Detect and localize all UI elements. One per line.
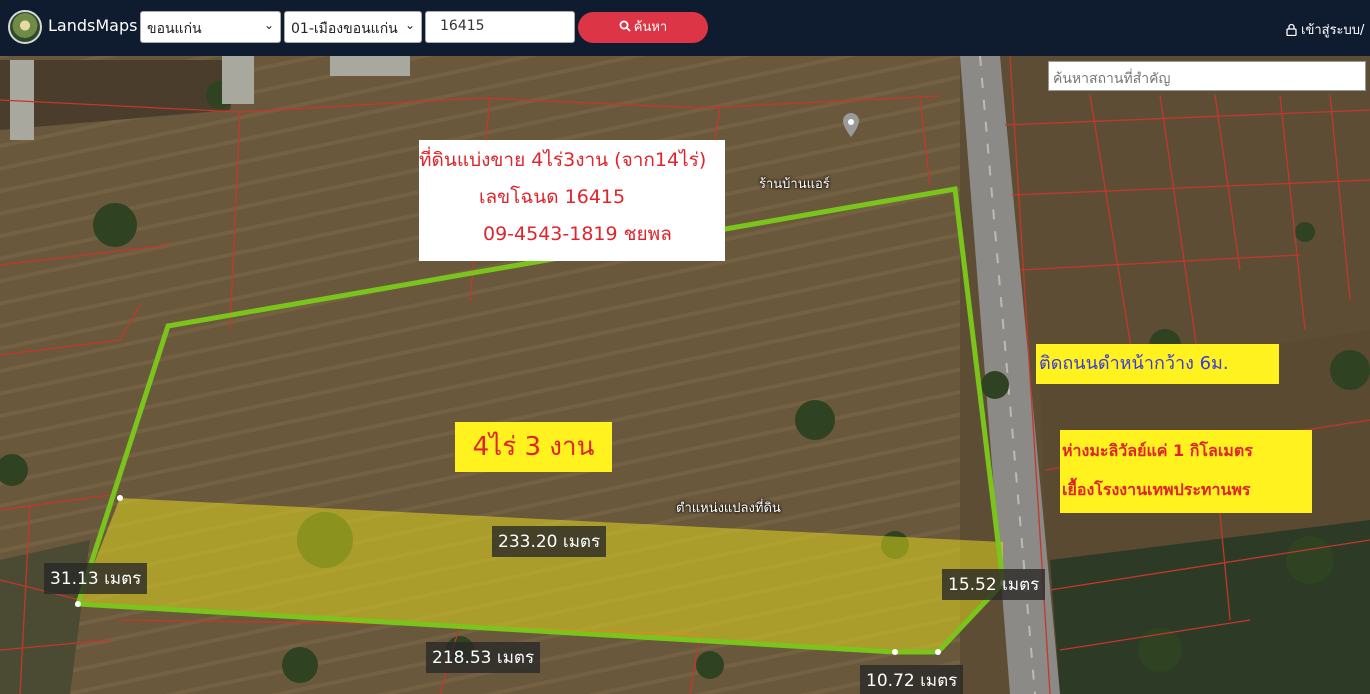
road-frontage-note: ติดถนนดำหน้ากว้าง 6ม. [1036, 344, 1279, 384]
province-select-value: ขอนแก่น [147, 21, 202, 37]
top-navbar: LandsMaps ขอนแก่น ⌄ 01-เมืองขอนแก่น ⌄ 16… [0, 0, 1370, 56]
measure-label-left: 31.13 เมตร [44, 563, 148, 594]
login-link[interactable]: เข้าสู่ระบบ/ [1286, 19, 1364, 40]
contact-phone: 09-4543-1819 ชยพล [483, 223, 672, 245]
district-select-value: 01-เมืองขอนแก่น [291, 21, 398, 37]
measure-label-top: 233.20 เมตร [492, 526, 607, 557]
chevron-down-icon: ⌄ [404, 18, 415, 32]
search-button-label: ค้นหา [633, 20, 668, 35]
search-icon [619, 20, 631, 32]
lock-icon [1286, 23, 1297, 37]
parcel-number-input[interactable]: 16415 [425, 11, 575, 43]
measure-label-right: 15.52 เมตร [942, 569, 1046, 600]
chevron-down-icon: ⌄ [263, 18, 274, 32]
nearby-line-1: ห่างมะลิวัลย์แค่ 1 กิโลเมตร [1062, 441, 1253, 460]
parcel-position-label: ตำแหน่งแปลงที่ดิน [676, 501, 781, 516]
area-label: 4ไร่ 3 งาน [455, 422, 612, 472]
nearby-landmark-note: ห่างมะลิวัลย์แค่ 1 กิโลเมตร เยื้องโรงงาน… [1060, 430, 1312, 513]
measure-label-corner: 10.72 เมตร [860, 665, 964, 694]
nearby-line-2: เยื้องโรงงานเทพประทานพร [1062, 480, 1251, 499]
district-select[interactable]: 01-เมืองขอนแก่น ⌄ [284, 11, 422, 43]
search-button[interactable]: ค้นหา [578, 12, 708, 43]
listing-info-box: ที่ดินแบ่งขาย 4ไร่3งาน (จาก14ไร่) เลขโฉน… [419, 140, 725, 261]
place-search-input[interactable]: ค้นหาสถานที่สำคัญ [1048, 61, 1366, 91]
measure-label-bottom: 218.53 เมตร [426, 642, 541, 673]
title-deed-number: เลขโฉนด 16415 [479, 186, 626, 208]
map-view[interactable]: ร้านบ้านแอร์ ตำแหน่งแปลงที่ดิน 233.20 เม… [0, 56, 1370, 694]
brand-name[interactable]: LandsMaps [48, 16, 137, 35]
poi-label[interactable]: ร้านบ้านแอร์ [759, 173, 830, 194]
listing-title: ที่ดินแบ่งขาย 4ไร่3งาน (จาก14ไร่) [419, 149, 707, 171]
province-select[interactable]: ขอนแก่น ⌄ [140, 11, 281, 43]
landsmaps-logo[interactable] [8, 10, 42, 44]
login-label: เข้าสู่ระบบ/ [1301, 23, 1365, 38]
